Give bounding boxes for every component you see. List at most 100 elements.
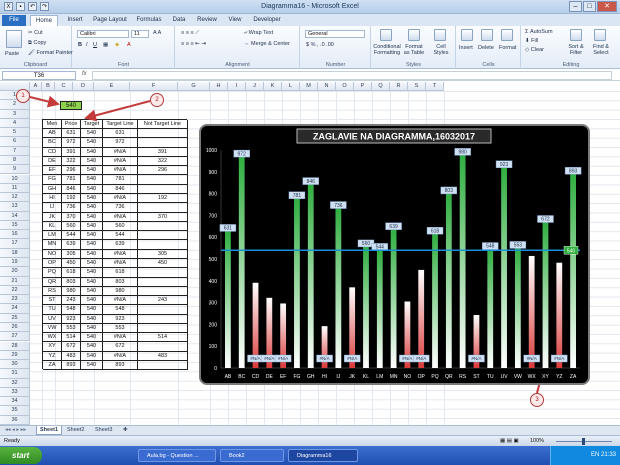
row-header[interactable]: 32 — [0, 378, 30, 388]
fill-button[interactable]: ⬇ Fill — [525, 38, 538, 44]
tab-home[interactable]: Home — [30, 15, 58, 26]
target-value-cell[interactable]: 540 — [60, 101, 82, 110]
row-header[interactable]: 8 — [0, 155, 30, 166]
table-cell[interactable]: NO — [43, 249, 62, 259]
column-header-g[interactable]: G — [178, 82, 210, 91]
row-header[interactable]: 23 — [0, 295, 30, 305]
align-top-icon[interactable]: ≡ ≡ ≡ ⟋ — [181, 30, 199, 37]
table-cell[interactable]: LM — [43, 231, 62, 241]
table-cell[interactable]: QR — [43, 277, 62, 287]
column-header-s[interactable]: S — [408, 82, 426, 91]
column-header-f[interactable]: F — [130, 82, 178, 91]
row-header[interactable]: 4 — [0, 118, 30, 129]
table-cell[interactable]: 893 — [103, 361, 138, 371]
table-cell[interactable] — [138, 342, 188, 352]
insert-sheet-icon[interactable]: ✚ — [120, 426, 131, 435]
chart-area[interactable]: ZAGLAVIE NA DIAGRAMMA,16032017 0 100 200 300… — [199, 124, 590, 385]
table-cell[interactable]: #N/A — [103, 212, 138, 222]
task-diagramma16[interactable]: Diagramma16 — [288, 449, 358, 462]
table-cell[interactable]: 483 — [138, 351, 188, 362]
table-cell[interactable]: 980 — [62, 286, 81, 297]
table-cell[interactable]: 972 — [103, 138, 138, 148]
table-cell[interactable]: 391 — [138, 147, 188, 157]
table-cell[interactable]: 192 — [62, 194, 81, 204]
column-header-e[interactable]: E — [94, 82, 130, 91]
table-cell[interactable]: 192 — [138, 194, 188, 204]
tab-view[interactable]: View — [224, 15, 246, 26]
table-cell[interactable]: GH — [43, 184, 62, 195]
row-header[interactable]: 28 — [0, 341, 30, 351]
table-cell[interactable]: 618 — [103, 268, 138, 278]
table-cell[interactable]: #N/A — [103, 351, 138, 362]
table-cell[interactable]: ZA — [43, 361, 62, 371]
start-button[interactable]: start — [0, 447, 42, 464]
tab-file[interactable]: File — [2, 15, 26, 26]
row-header[interactable]: 35 — [0, 406, 30, 416]
table-cell[interactable] — [138, 268, 188, 278]
task-browser[interactable]: Aula.bg - Question ... — [138, 449, 216, 462]
row-header[interactable]: 16 — [0, 230, 30, 240]
table-cell[interactable]: 540 — [81, 138, 103, 148]
table-cell[interactable] — [138, 231, 188, 241]
row-header[interactable]: 36 — [0, 415, 30, 425]
sheet-nav-icon[interactable]: ◂◂ ◂ ▸ ▸▸ — [2, 426, 29, 435]
row-header[interactable]: 33 — [0, 387, 30, 398]
row-header[interactable]: 7 — [0, 146, 30, 156]
table-cell[interactable]: 639 — [62, 240, 81, 250]
column-header-a[interactable]: A — [30, 82, 42, 91]
row-header[interactable]: 30 — [0, 360, 30, 370]
row-header[interactable]: 6 — [0, 137, 30, 147]
column-header-k[interactable]: K — [264, 82, 282, 91]
column-header-n[interactable]: N — [318, 82, 336, 91]
table-cell[interactable]: 370 — [62, 212, 81, 222]
font-name-combo[interactable]: Calibri — [77, 30, 129, 38]
table-cell[interactable]: WX — [43, 333, 62, 343]
table-cell[interactable]: 305 — [62, 249, 81, 259]
table-cell[interactable]: VW — [43, 323, 62, 334]
view-buttons-icon[interactable]: ▦ ▤ ▣ — [500, 437, 519, 446]
table-cell[interactable]: 296 — [62, 166, 81, 176]
table-cell[interactable]: TU — [43, 305, 62, 315]
row-header[interactable]: 19 — [0, 258, 30, 268]
table-cell[interactable]: 540 — [81, 268, 103, 278]
table-cell[interactable]: XY — [43, 342, 62, 352]
find-select-icon[interactable] — [594, 29, 606, 41]
row-header[interactable]: 13 — [0, 202, 30, 212]
row-header[interactable]: 22 — [0, 285, 30, 296]
font-size-combo[interactable]: 11 — [131, 30, 149, 38]
table-cell[interactable]: 540 — [81, 296, 103, 306]
paste-button[interactable]: Paste — [5, 51, 19, 57]
table-cell[interactable] — [138, 286, 188, 297]
table-cell[interactable]: 540 — [81, 277, 103, 287]
row-header[interactable]: 10 — [0, 174, 30, 184]
table-cell[interactable]: #N/A — [103, 147, 138, 157]
table-cell[interactable]: 548 — [103, 305, 138, 315]
format-as-table-icon[interactable] — [408, 29, 420, 41]
row-header[interactable]: 15 — [0, 220, 30, 231]
table-cell[interactable] — [138, 129, 188, 139]
table-cell[interactable]: 305 — [138, 249, 188, 259]
table-cell[interactable]: #N/A — [103, 194, 138, 204]
table-cell[interactable]: MN — [43, 240, 62, 250]
table-cell[interactable]: 540 — [81, 129, 103, 139]
table-cell[interactable] — [138, 175, 188, 185]
table-cell[interactable] — [138, 323, 188, 334]
table-cell[interactable] — [138, 203, 188, 213]
fill-color-icon[interactable]: ◈ — [115, 42, 119, 48]
fx-icon[interactable]: fx — [82, 71, 87, 77]
table-cell[interactable]: #N/A — [103, 333, 138, 343]
column-header-d[interactable]: D — [73, 82, 94, 91]
conditional-formatting-button[interactable]: Conditional Formatting — [373, 44, 401, 56]
table-cell[interactable]: FG — [43, 175, 62, 185]
table-cell[interactable]: 980 — [103, 286, 138, 297]
bold-button[interactable]: B — [78, 42, 82, 48]
table-cell[interactable]: 560 — [103, 221, 138, 232]
close-button[interactable]: ✕ — [597, 1, 617, 12]
grow-font-button[interactable]: A A — [153, 30, 161, 36]
borders-icon[interactable]: ▦ — [103, 42, 108, 48]
table-cell[interactable]: 540 — [81, 240, 103, 250]
delete-cells-icon[interactable] — [481, 29, 493, 41]
sort-filter-button[interactable]: Sort & Filter — [564, 44, 588, 56]
table-cell[interactable]: 540 — [81, 203, 103, 213]
row-header[interactable]: 29 — [0, 350, 30, 361]
